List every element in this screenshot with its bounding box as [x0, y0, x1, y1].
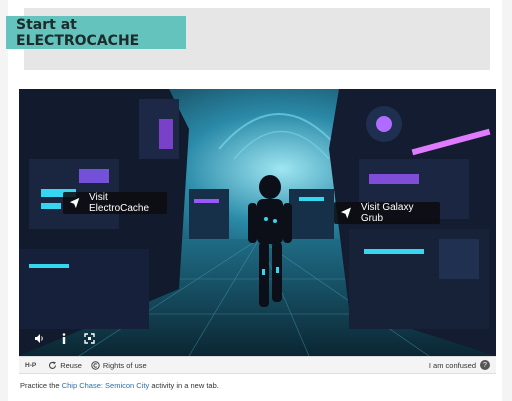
confused-label: I am confused [428, 360, 476, 370]
hotspot-visit-electrocache[interactable]: Visit ElectroCache [63, 192, 167, 214]
volume-icon [34, 333, 43, 343]
practice-text: Practice the Chip Chase: Semicon City ac… [20, 381, 219, 390]
reuse-label: Reuse [60, 360, 82, 370]
activity-link[interactable]: Chip Chase: Semicon City [62, 381, 150, 390]
h5p-logo: H-P [25, 361, 37, 369]
hotspot-visit-galaxy-grub[interactable]: Visit Galaxy Grub [334, 202, 440, 224]
question-icon: ? [480, 360, 490, 370]
copyright-icon [91, 360, 100, 370]
audio-button[interactable] [31, 330, 47, 346]
practice-suffix: activity in a new tab. [149, 381, 219, 390]
page-title: Start at ELECTROCACHE [6, 16, 186, 49]
info-icon [62, 332, 66, 344]
navigation-arrow-icon [69, 197, 80, 209]
hotspot-label: Visit Galaxy Grub [360, 202, 414, 224]
fullscreen-button[interactable] [81, 330, 97, 346]
reuse-button[interactable]: Reuse [48, 361, 82, 370]
virtual-tour-player[interactable]: Visit ElectroCache Visit Galaxy Grub [19, 89, 496, 356]
info-button[interactable] [56, 330, 72, 346]
rights-of-use-button[interactable]: Rights of use [91, 361, 147, 370]
navigation-arrow-icon [340, 207, 351, 219]
player-footer: H-P Reuse Rights of use I am confused ? [19, 356, 496, 374]
practice-prefix: Practice the [20, 381, 62, 390]
reuse-icon [49, 361, 57, 369]
fullscreen-icon [83, 332, 95, 344]
i-am-confused-button[interactable]: I am confused ? [429, 360, 490, 370]
hotspot-label: Visit ElectroCache [89, 192, 150, 214]
rights-label: Rights of use [102, 360, 147, 370]
